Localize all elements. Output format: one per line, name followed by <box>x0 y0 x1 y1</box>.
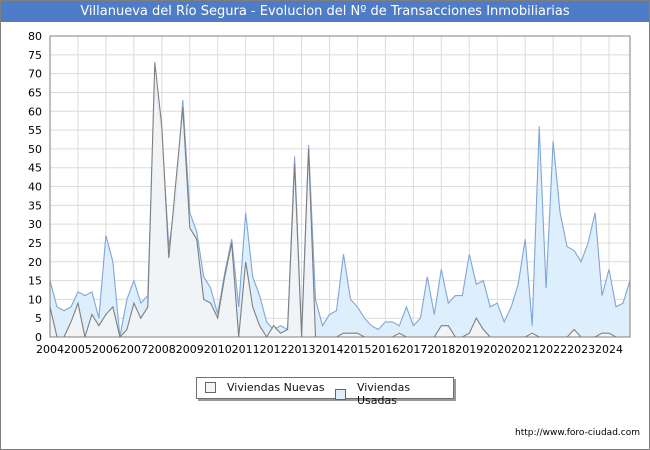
x-tick-label: 2015 <box>343 343 371 356</box>
x-tick-label: 2023 <box>567 343 595 356</box>
x-tick-label: 2004 <box>36 343 64 356</box>
legend-label-usadas: Viviendas Usadas <box>356 381 411 407</box>
legend-label-nuevas: Viviendas Nuevas <box>227 381 325 394</box>
x-tick-label: 2007 <box>120 343 148 356</box>
x-tick-label: 2016 <box>371 343 399 356</box>
legend-item-usadas: Viviendas Usadas <box>335 381 453 407</box>
x-tick-label: 2020 <box>483 343 511 356</box>
y-tick-label: 45 <box>28 162 42 175</box>
x-tick-label: 2006 <box>92 343 120 356</box>
y-tick-label: 75 <box>28 49 42 62</box>
x-tick-label: 2018 <box>427 343 455 356</box>
x-tick-label: 2012 <box>260 343 288 356</box>
x-tick-label: 2011 <box>232 343 260 356</box>
legend-swatch-usadas <box>335 388 346 400</box>
x-tick-label: 2019 <box>455 343 483 356</box>
x-tick-label: 2010 <box>204 343 232 356</box>
source-link[interactable]: http://www.foro-ciudad.com <box>515 428 640 438</box>
y-tick-label: 35 <box>28 199 42 212</box>
y-tick-label: 15 <box>28 275 42 288</box>
y-tick-label: 70 <box>28 68 42 81</box>
x-tick-label: 2017 <box>399 343 427 356</box>
x-tick-label: 2024 <box>595 343 623 356</box>
y-tick-label: 50 <box>28 143 42 156</box>
x-tick-label: 2021 <box>511 343 539 356</box>
y-tick-label: 20 <box>28 256 42 269</box>
y-tick-label: 5 <box>35 312 42 325</box>
y-tick-label: 80 <box>28 30 42 43</box>
y-tick-label: 30 <box>28 218 42 231</box>
y-tick-label: 55 <box>28 124 42 137</box>
x-tick-label: 2022 <box>539 343 567 356</box>
x-tick-label: 2008 <box>148 343 176 356</box>
y-tick-label: 10 <box>28 293 42 306</box>
legend-item-nuevas: Viviendas Nuevas <box>205 381 325 394</box>
y-tick-label: 40 <box>28 181 42 194</box>
legend-swatch-nuevas <box>205 382 216 393</box>
y-tick-label: 65 <box>28 86 42 99</box>
y-tick-label: 60 <box>28 105 42 118</box>
x-tick-label: 2005 <box>64 343 92 356</box>
x-tick-label: 2009 <box>176 343 204 356</box>
x-tick-label: 2013 <box>288 343 316 356</box>
x-tick-label: 2014 <box>316 343 344 356</box>
chart-legend: Viviendas Nuevas Viviendas Usadas <box>196 377 454 407</box>
y-tick-label: 25 <box>28 237 42 250</box>
